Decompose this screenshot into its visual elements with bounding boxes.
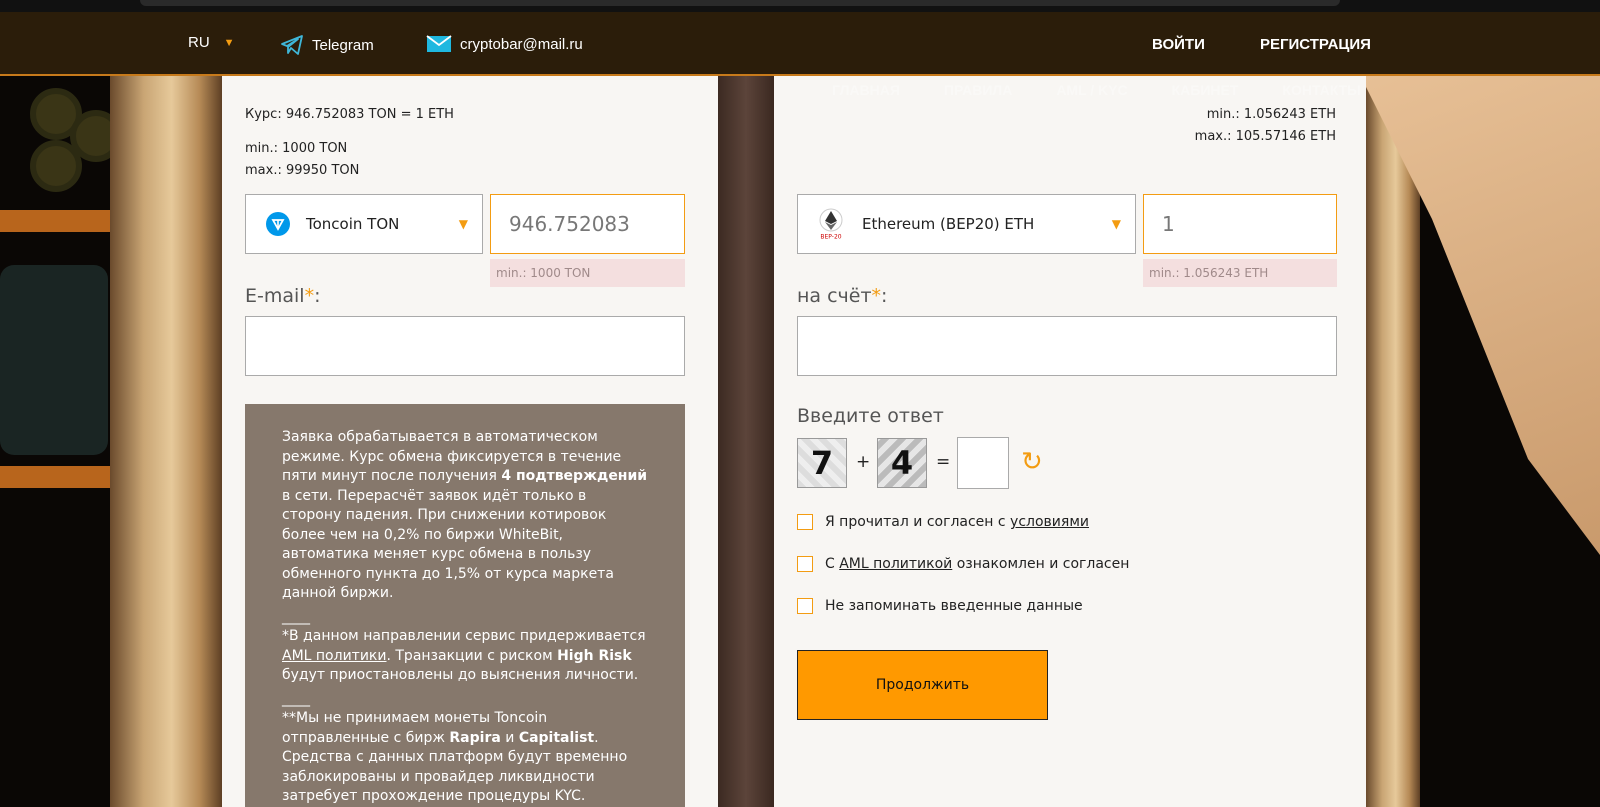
required-mark: * <box>304 285 315 307</box>
nav-item-rules[interactable]: ПРАВИЛА <box>944 82 1012 98</box>
notice-paragraph: *В данном направлении сервис придерживае… <box>282 627 649 686</box>
language-select[interactable]: RU ▼ <box>188 34 235 51</box>
captcha-title: Введите ответ <box>797 405 944 427</box>
shelf <box>0 210 110 232</box>
browser-strip <box>0 0 1600 12</box>
language-label: RU <box>188 34 210 51</box>
aml-policy-link[interactable]: AML политикой <box>839 556 952 572</box>
notice-text: будут приостановлены до выяснения личнос… <box>282 667 639 683</box>
shelf <box>0 466 110 488</box>
get-max: max.: 105.57146 ETH <box>1194 129 1336 144</box>
checkbox-box[interactable] <box>797 598 813 614</box>
nav-item-cabinet[interactable]: КАБИНЕТ <box>1172 82 1239 98</box>
top-header: RU ▼ Telegram cryptobar@mail.ru ВОЙТИ РЕ… <box>0 0 1600 76</box>
nav-item-home[interactable]: ГЛАВНАЯ <box>832 82 900 98</box>
telegram-link[interactable]: Telegram <box>280 34 374 56</box>
aml-policy-link[interactable]: AML политики <box>282 648 386 664</box>
give-amount-hint: min.: 1000 TON <box>490 259 685 287</box>
toncoin-icon <box>266 212 290 236</box>
notice-paragraph: Заявка обрабатывается в автоматическом р… <box>282 428 649 604</box>
notice-bold: 4 подтверждений <box>501 468 648 484</box>
telegram-label: Telegram <box>312 36 374 54</box>
captcha-equals: = <box>936 452 951 472</box>
telegram-icon <box>281 35 303 55</box>
nav-item-aml[interactable]: AML / KYC <box>1056 82 1127 98</box>
get-amount-hint: min.: 1.056243 ETH <box>1143 259 1337 287</box>
coin <box>30 140 82 192</box>
aml-label: ознакомлен и согласен <box>952 556 1130 572</box>
email-label: cryptobar@mail.ru <box>460 35 583 53</box>
captcha-digit-a: 7 <box>797 438 847 488</box>
remember-checkbox[interactable]: Не запоминать введенные данные <box>797 598 1083 614</box>
svg-text:BEP-20: BEP-20 <box>820 234 841 241</box>
email-link[interactable]: cryptobar@mail.ru <box>426 34 583 54</box>
label-colon: : <box>314 285 321 307</box>
register-link[interactable]: РЕГИСТРАЦИЯ <box>1260 36 1371 53</box>
notice-text: *В данном направлении сервис придерживае… <box>282 628 646 644</box>
nav-item-contacts[interactable]: КОНТАКТЫ <box>1282 82 1360 98</box>
account-label-text: на счёт <box>797 285 872 307</box>
give-currency-label: Toncoin TON <box>306 215 400 233</box>
notice-bold: Rapira <box>449 729 501 746</box>
wood-pillar <box>1366 75 1420 807</box>
terms-link[interactable]: условиями <box>1010 514 1089 530</box>
account-label: на счёт*: <box>797 285 887 307</box>
jar <box>0 265 108 455</box>
aml-text: С AML политикой ознакомлен и согласен <box>825 556 1129 572</box>
aml-label: С <box>825 556 840 572</box>
wood-pillar <box>110 75 222 807</box>
give-currency-select[interactable]: Toncoin TON ▼ <box>245 194 483 254</box>
chevron-down-icon: ▼ <box>458 217 468 231</box>
terms-text: Я прочитал и согласен с условиями <box>825 514 1089 530</box>
aml-checkbox[interactable]: С AML политикой ознакомлен и согласен <box>797 556 1129 572</box>
checkbox-box[interactable] <box>797 556 813 572</box>
chevron-down-icon: ▼ <box>223 36 235 49</box>
main-nav: ГЛАВНАЯ ПРАВИЛА AML / KYC КАБИНЕТ КОНТАК… <box>832 82 1361 98</box>
account-field[interactable] <box>797 316 1337 376</box>
notice-separator: ____ <box>282 690 310 707</box>
email-field[interactable] <box>245 316 685 376</box>
notice-paragraph: **Мы не принимаем монеты Toncoin отправл… <box>282 709 649 807</box>
notice-text: в сети. Перерасчёт заявок идёт только в … <box>282 487 614 602</box>
chevron-down-icon: ▼ <box>1111 217 1121 231</box>
notice-text: и <box>500 729 519 746</box>
email-label-text: E-mail <box>245 285 305 307</box>
email-label: E-mail*: <box>245 285 320 307</box>
wood-pillar <box>718 75 774 807</box>
refresh-captcha-icon[interactable]: ↻ <box>1021 449 1043 475</box>
exchange-notice: Заявка обрабатывается в автоматическом р… <box>245 404 685 807</box>
required-mark: * <box>871 285 882 307</box>
captcha-plus: + <box>856 452 871 472</box>
captcha-answer-input[interactable] <box>957 437 1009 489</box>
exchange-rate: Курс: 946.752083 TON = 1 ETH <box>245 107 454 122</box>
notice-text: . Транзакции с риском <box>386 647 558 664</box>
label-colon: : <box>881 285 888 307</box>
terms-label: Я прочитал и согласен с <box>825 514 1011 530</box>
continue-button[interactable]: Продолжить <box>797 650 1048 720</box>
give-amount-input[interactable]: 946.752083 <box>490 194 685 254</box>
mail-icon <box>426 35 452 52</box>
notice-bold: Capitalist <box>518 729 595 746</box>
give-min: min.: 1000 TON <box>245 141 348 156</box>
get-currency-select[interactable]: BEP-20 Ethereum (BEP20) ETH ▼ <box>797 194 1136 254</box>
get-currency-label: Ethereum (BEP20) ETH <box>862 215 1035 233</box>
notice-separator: ____ <box>282 608 310 625</box>
get-amount-input[interactable]: 1 <box>1143 194 1337 254</box>
captcha-digit-b: 4 <box>877 438 927 488</box>
checkbox-box[interactable] <box>797 514 813 530</box>
notice-bold: High Risk <box>557 647 632 664</box>
give-max: max.: 99950 TON <box>245 163 360 178</box>
terms-checkbox[interactable]: Я прочитал и согласен с условиями <box>797 514 1089 530</box>
remember-label: Не запоминать введенные данные <box>825 598 1083 614</box>
ethereum-bep20-icon: BEP-20 <box>819 208 843 241</box>
login-link[interactable]: ВОЙТИ <box>1152 36 1205 53</box>
get-min: min.: 1.056243 ETH <box>1206 107 1336 122</box>
